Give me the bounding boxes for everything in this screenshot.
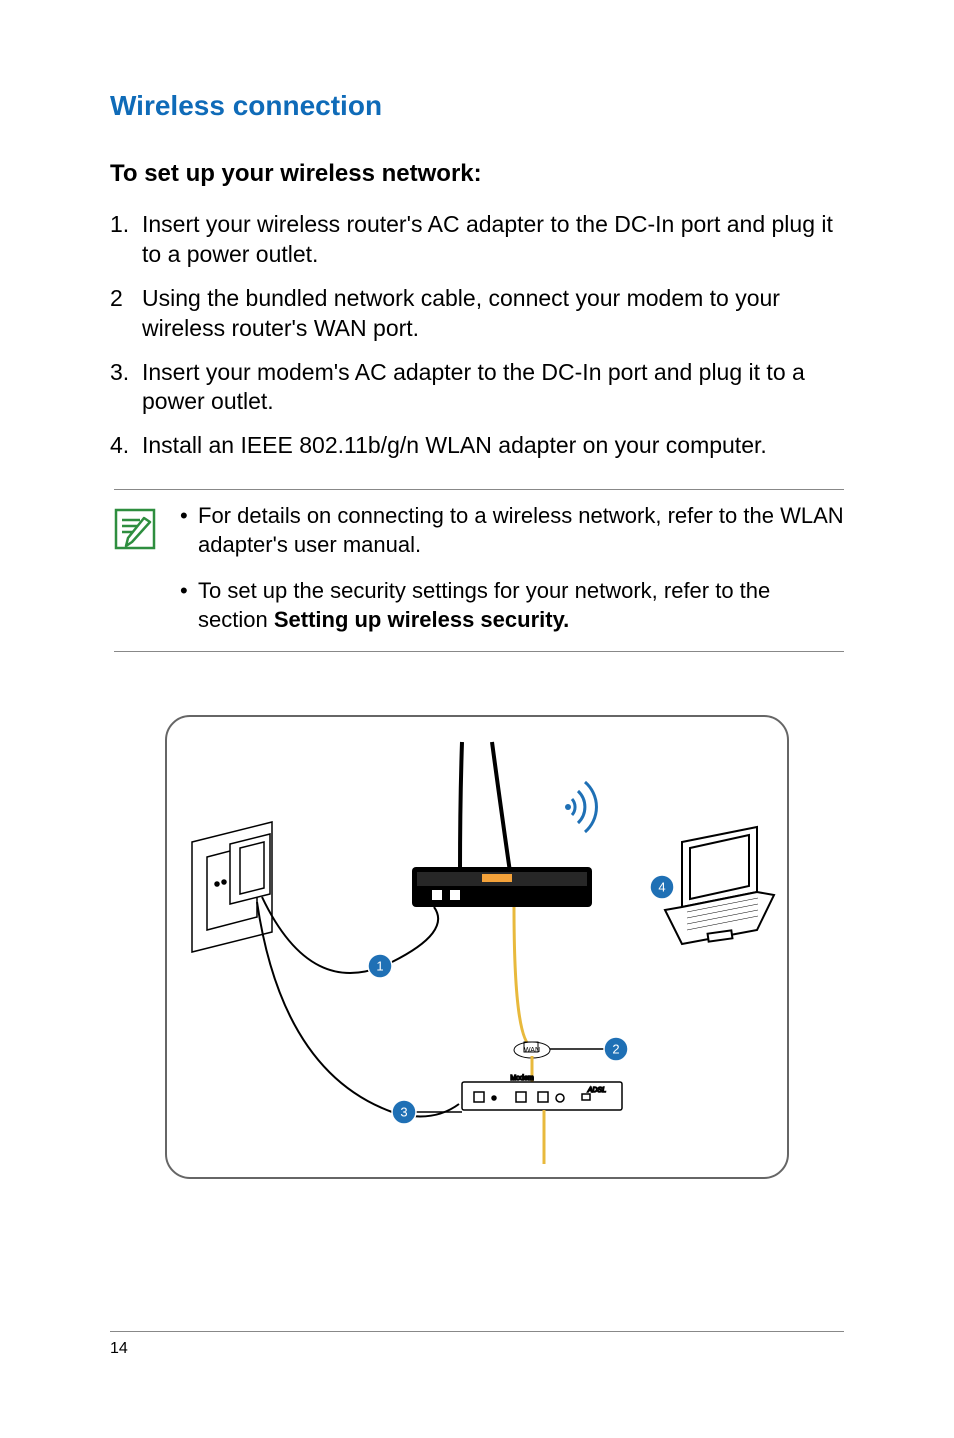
adsl-label: ADSL <box>587 1087 606 1094</box>
wiring-diagram: RT-N14UHP <box>162 712 792 1182</box>
list-item: 2 Using the bundled network cable, conne… <box>110 284 844 344</box>
step-text: Insert your wireless router's AC adapter… <box>142 210 844 270</box>
step-text: Install an IEEE 802.11b/g/n WLAN adapter… <box>142 431 844 461</box>
step-text: Using the bundled network cable, connect… <box>142 284 844 344</box>
step-number: 1. <box>110 210 142 270</box>
svg-text:3: 3 <box>400 1104 407 1119</box>
steps-list: 1. Insert your wireless router's AC adap… <box>110 210 844 461</box>
page-footer: 14 <box>110 1331 844 1358</box>
list-item: • To set up the security settings for yo… <box>180 577 844 634</box>
list-item: 4. Install an IEEE 802.11b/g/n WLAN adap… <box>110 431 844 461</box>
note-text: For details on connecting to a wireless … <box>198 502 844 559</box>
modem-label: Modem <box>510 1075 534 1082</box>
bullet: • <box>180 577 198 634</box>
router: RT-N14UHP <box>412 742 592 907</box>
wan-port: WAN <box>514 907 550 1058</box>
svg-text:4: 4 <box>658 879 665 894</box>
wifi-signal-icon <box>565 782 596 832</box>
callout-4: 4 <box>650 875 674 899</box>
laptop <box>665 827 774 944</box>
bullet: • <box>180 502 198 559</box>
wan-label: WAN <box>524 1047 540 1054</box>
step-number: 2 <box>110 284 142 344</box>
step-number: 3. <box>110 358 142 418</box>
list-item: 3. Insert your modem's AC adapter to the… <box>110 358 844 418</box>
callout-1: 1 <box>368 954 392 978</box>
section-subtitle: To set up your wireless network: <box>110 160 844 188</box>
svg-text:1: 1 <box>376 958 383 973</box>
list-item: 1. Insert your wireless router's AC adap… <box>110 210 844 270</box>
wall-outlet <box>192 822 272 952</box>
callout-2: 2 <box>550 1037 628 1061</box>
router-model-label: RT-N14UHP <box>495 892 545 902</box>
notes-list: • For details on connecting to a wireles… <box>180 502 844 634</box>
step-text: Insert your modem's AC adapter to the DC… <box>142 358 844 418</box>
modem: Modem ADSL <box>462 1075 622 1110</box>
list-item: • For details on connecting to a wireles… <box>180 502 844 559</box>
step-number: 4. <box>110 431 142 461</box>
note-icon <box>114 502 156 634</box>
callout-3: 3 <box>392 1100 462 1124</box>
note-block: • For details on connecting to a wireles… <box>114 489 844 651</box>
svg-text:2: 2 <box>612 1041 619 1056</box>
note-text: To set up the security settings for your… <box>198 577 844 634</box>
page-number: 14 <box>110 1340 128 1357</box>
section-title: Wireless connection <box>110 90 844 122</box>
